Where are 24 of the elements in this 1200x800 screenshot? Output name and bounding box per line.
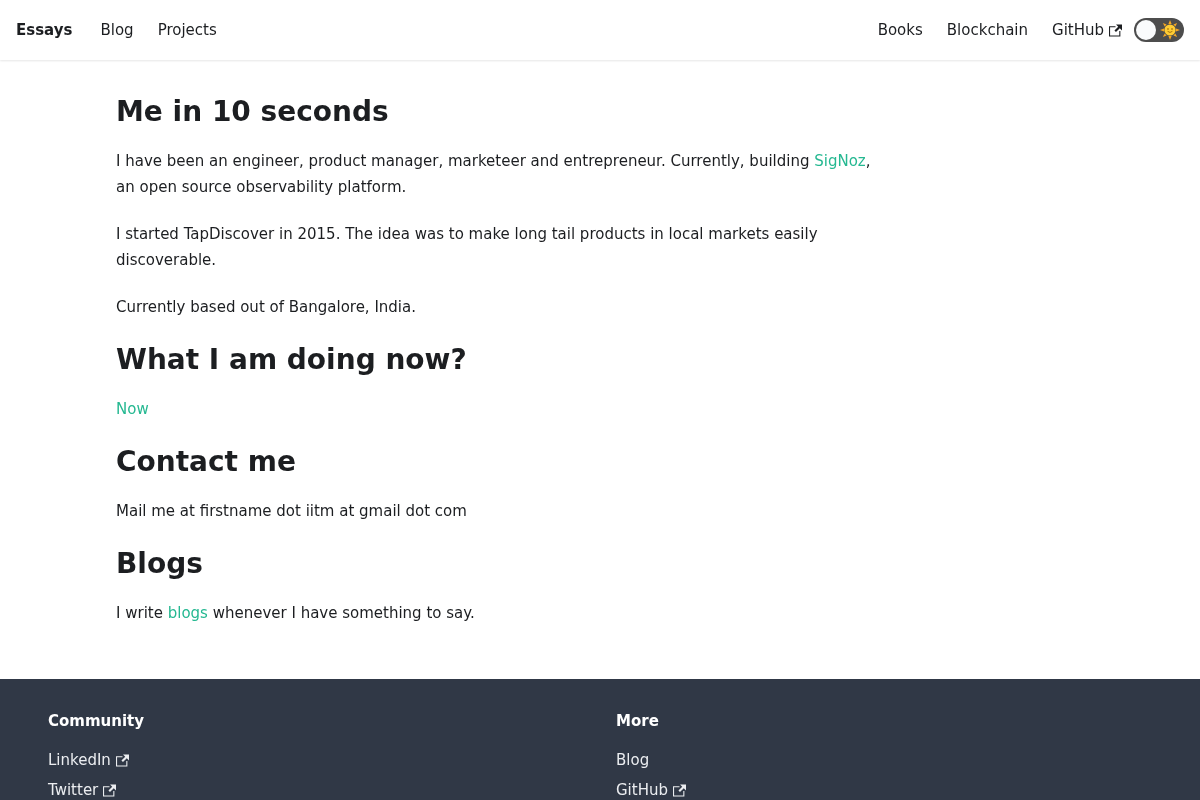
paragraph: Currently based out of Bangalore, India. (116, 297, 417, 318)
nav-link[interactable]: Books (865, 17, 935, 43)
footer-link[interactable]: GitHub (616, 775, 686, 800)
site-title[interactable]: Essays (16, 17, 73, 43)
nav-link[interactable]: Blockchain (934, 17, 1040, 43)
paragraph: I started TapDiscover in 2015. The idea was to make long tail products in local markets easily discoverable. (116, 224, 819, 271)
nav-link[interactable]: Blog (88, 17, 146, 43)
paragraph: Mail me at firstname dot iitm at gmail dot com (116, 501, 468, 522)
footer-heading: More (616, 711, 660, 732)
nav-link[interactable]: GitHub (1040, 17, 1134, 43)
footer-link[interactable]: LinkedIn (48, 745, 129, 775)
nav-link[interactable]: Projects (145, 17, 229, 43)
footer-heading: Community (48, 711, 146, 732)
toggle-knob (1136, 20, 1156, 40)
paragraph: I write blogs whenever I have something to say. (116, 603, 476, 624)
section-heading: Contact me (116, 444, 297, 480)
section-heading: Blogs (116, 546, 204, 582)
section-heading: What I am doing now? (116, 342, 468, 378)
footer-link[interactable]: Blog (616, 745, 650, 775)
theme-toggle[interactable] (1134, 18, 1184, 42)
paragraph: I have been an engineer, product manager, marketeer and entrepreneur. Currently, building SigNoz, an open source observability platform. (116, 151, 872, 198)
sun-icon (1160, 20, 1180, 40)
section-heading: Me in 10 seconds (116, 94, 390, 130)
footer-link[interactable]: Twitter (48, 775, 117, 800)
